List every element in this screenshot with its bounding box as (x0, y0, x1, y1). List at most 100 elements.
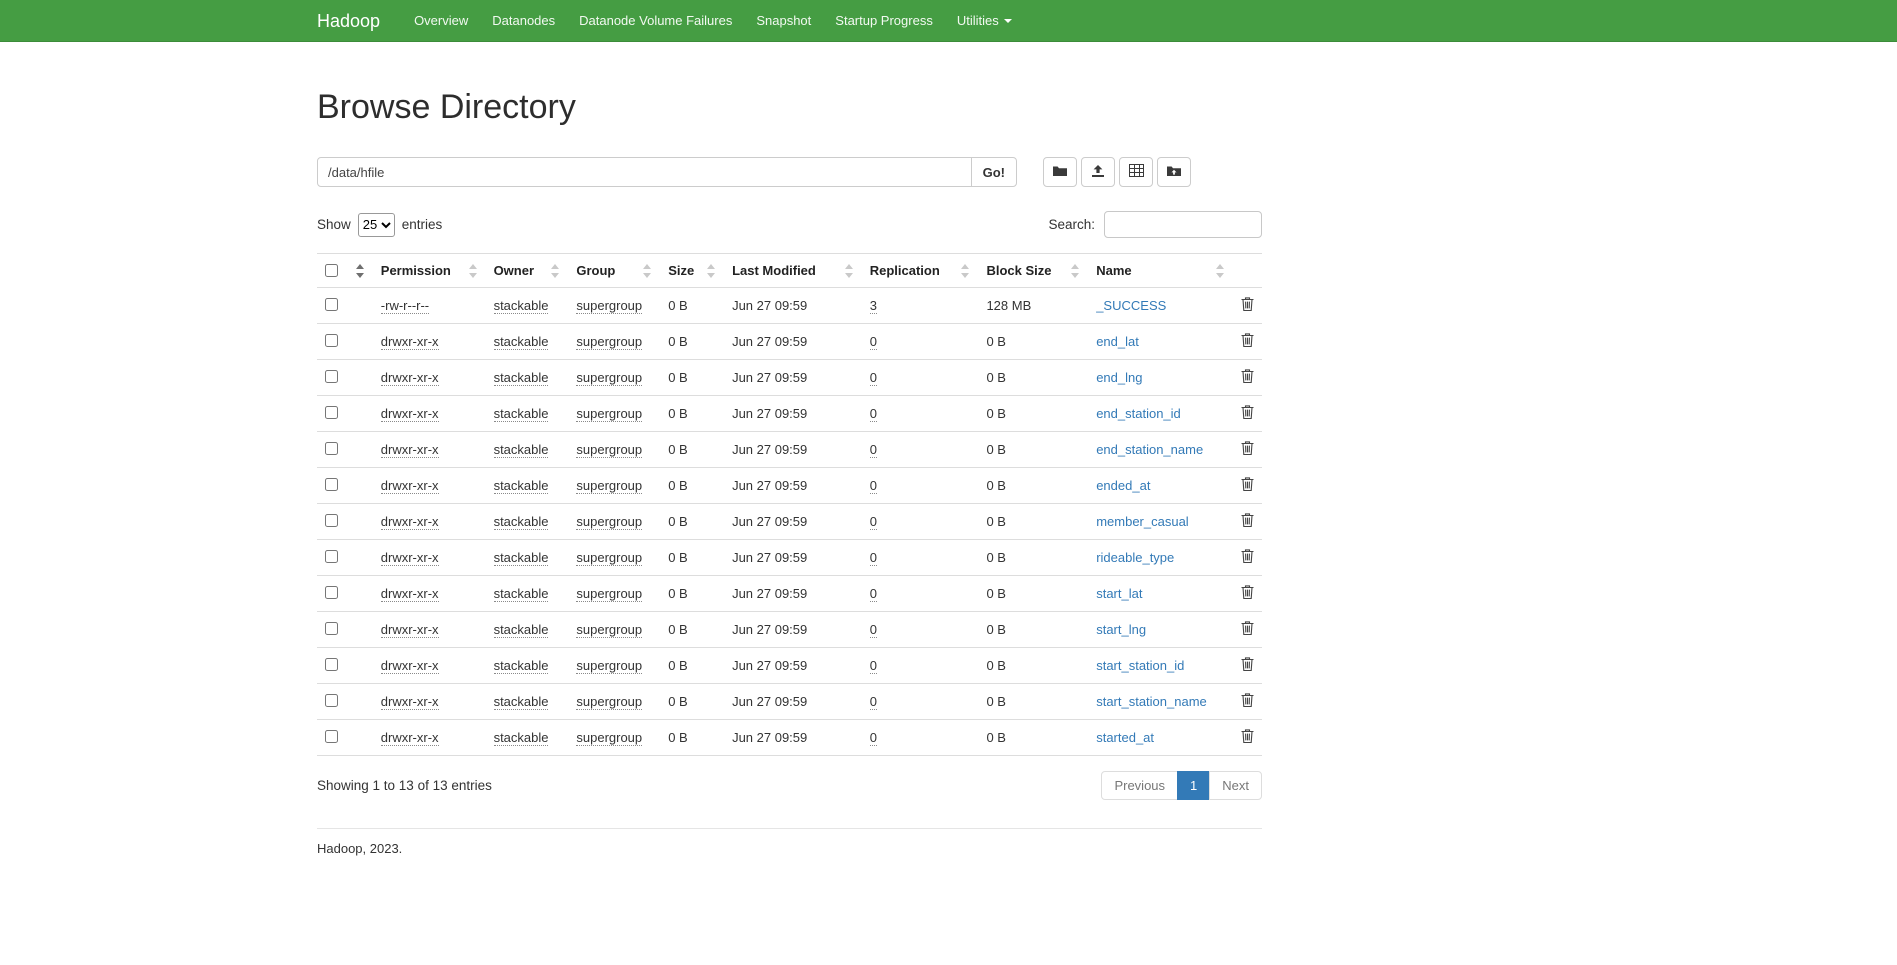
replication-value[interactable]: 0 (870, 442, 877, 458)
permission-value[interactable]: drwxr-xr-x (381, 514, 439, 530)
sort-icon[interactable] (551, 264, 560, 278)
row-checkbox[interactable] (325, 622, 338, 635)
permission-value[interactable]: drwxr-xr-x (381, 442, 439, 458)
group-value[interactable]: supergroup (576, 694, 642, 710)
go-button[interactable]: Go! (971, 157, 1017, 187)
file-link[interactable]: start_station_id (1096, 658, 1184, 673)
delete-file-button[interactable] (1241, 477, 1254, 491)
column-header-block-size[interactable]: Block Size (978, 254, 1088, 288)
select-all-checkbox[interactable] (325, 264, 338, 277)
file-link[interactable]: _SUCCESS (1096, 298, 1166, 313)
row-checkbox[interactable] (325, 442, 338, 455)
nav-item-overview[interactable]: Overview (402, 0, 480, 42)
path-input[interactable] (317, 157, 972, 187)
owner-value[interactable]: stackable (494, 586, 549, 602)
permission-value[interactable]: drwxr-xr-x (381, 730, 439, 746)
replication-value[interactable]: 0 (870, 550, 877, 566)
group-value[interactable]: supergroup (576, 334, 642, 350)
group-value[interactable]: supergroup (576, 550, 642, 566)
pagination-next[interactable]: Next (1209, 771, 1262, 800)
column-header-permission[interactable]: Permission (373, 254, 486, 288)
column-header-select[interactable] (317, 254, 373, 288)
replication-value[interactable]: 0 (870, 478, 877, 494)
replication-value[interactable]: 0 (870, 406, 877, 422)
group-value[interactable]: supergroup (576, 658, 642, 674)
delete-file-button[interactable] (1241, 333, 1254, 347)
replication-value[interactable]: 0 (870, 586, 877, 602)
delete-file-button[interactable] (1241, 657, 1254, 671)
permission-value[interactable]: drwxr-xr-x (381, 586, 439, 602)
row-checkbox[interactable] (325, 478, 338, 491)
upload-file-button[interactable] (1081, 157, 1115, 187)
replication-value[interactable]: 0 (870, 514, 877, 530)
row-checkbox[interactable] (325, 586, 338, 599)
nav-item-startup-progress[interactable]: Startup Progress (823, 0, 945, 42)
delete-file-button[interactable] (1241, 297, 1254, 311)
permission-value[interactable]: drwxr-xr-x (381, 406, 439, 422)
row-checkbox[interactable] (325, 658, 338, 671)
nav-item-datanodes[interactable]: Datanodes (480, 0, 567, 42)
sort-icon[interactable] (1071, 264, 1080, 278)
file-link[interactable]: start_lng (1096, 622, 1146, 637)
delete-file-button[interactable] (1241, 621, 1254, 635)
sort-icon[interactable] (845, 264, 854, 278)
file-link[interactable]: end_station_id (1096, 406, 1181, 421)
permission-value[interactable]: drwxr-xr-x (381, 334, 439, 350)
owner-value[interactable]: stackable (494, 442, 549, 458)
replication-value[interactable]: 0 (870, 622, 877, 638)
replication-value[interactable]: 0 (870, 694, 877, 710)
replication-value[interactable]: 0 (870, 370, 877, 386)
owner-value[interactable]: stackable (494, 298, 549, 314)
sort-icon[interactable] (469, 264, 478, 278)
owner-value[interactable]: stackable (494, 406, 549, 422)
file-link[interactable]: end_station_name (1096, 442, 1203, 457)
column-header-group[interactable]: Group (568, 254, 660, 288)
sort-icon[interactable] (1216, 264, 1225, 278)
row-checkbox[interactable] (325, 406, 338, 419)
sort-icon[interactable] (961, 264, 970, 278)
permission-value[interactable]: drwxr-xr-x (381, 694, 439, 710)
group-value[interactable]: supergroup (576, 442, 642, 458)
owner-value[interactable]: stackable (494, 334, 549, 350)
owner-value[interactable]: stackable (494, 478, 549, 494)
group-value[interactable]: supergroup (576, 622, 642, 638)
permission-value[interactable]: drwxr-xr-x (381, 658, 439, 674)
open-folder-button[interactable] (1043, 157, 1077, 187)
delete-file-button[interactable] (1241, 729, 1254, 743)
replication-value[interactable]: 3 (870, 298, 877, 314)
owner-value[interactable]: stackable (494, 694, 549, 710)
owner-value[interactable]: stackable (494, 622, 549, 638)
row-checkbox[interactable] (325, 514, 338, 527)
nav-item-utilities[interactable]: Utilities (945, 0, 1024, 42)
owner-value[interactable]: stackable (494, 550, 549, 566)
group-value[interactable]: supergroup (576, 514, 642, 530)
row-checkbox[interactable] (325, 730, 338, 743)
delete-file-button[interactable] (1241, 405, 1254, 419)
file-link[interactable]: member_casual (1096, 514, 1189, 529)
sort-icon[interactable] (707, 264, 716, 278)
replication-value[interactable]: 0 (870, 334, 877, 350)
group-value[interactable]: supergroup (576, 370, 642, 386)
delete-file-button[interactable] (1241, 693, 1254, 707)
pagination-previous[interactable]: Previous (1101, 771, 1178, 800)
replication-value[interactable]: 0 (870, 730, 877, 746)
owner-value[interactable]: stackable (494, 370, 549, 386)
column-header-owner[interactable]: Owner (486, 254, 569, 288)
column-header-name[interactable]: Name (1088, 254, 1233, 288)
delete-file-button[interactable] (1241, 441, 1254, 455)
delete-file-button[interactable] (1241, 513, 1254, 527)
sort-icon[interactable] (356, 264, 365, 278)
file-link[interactable]: end_lat (1096, 334, 1139, 349)
group-value[interactable]: supergroup (576, 586, 642, 602)
permission-value[interactable]: drwxr-xr-x (381, 478, 439, 494)
row-checkbox[interactable] (325, 298, 338, 311)
sort-icon[interactable] (643, 264, 652, 278)
permission-value[interactable]: drwxr-xr-x (381, 622, 439, 638)
replication-value[interactable]: 0 (870, 658, 877, 674)
nav-item-snapshot[interactable]: Snapshot (744, 0, 823, 42)
page-length-select[interactable]: 25 (358, 213, 395, 237)
file-link[interactable]: start_lat (1096, 586, 1142, 601)
pagination-page-1[interactable]: 1 (1177, 771, 1210, 800)
search-input[interactable] (1104, 211, 1262, 238)
delete-file-button[interactable] (1241, 369, 1254, 383)
